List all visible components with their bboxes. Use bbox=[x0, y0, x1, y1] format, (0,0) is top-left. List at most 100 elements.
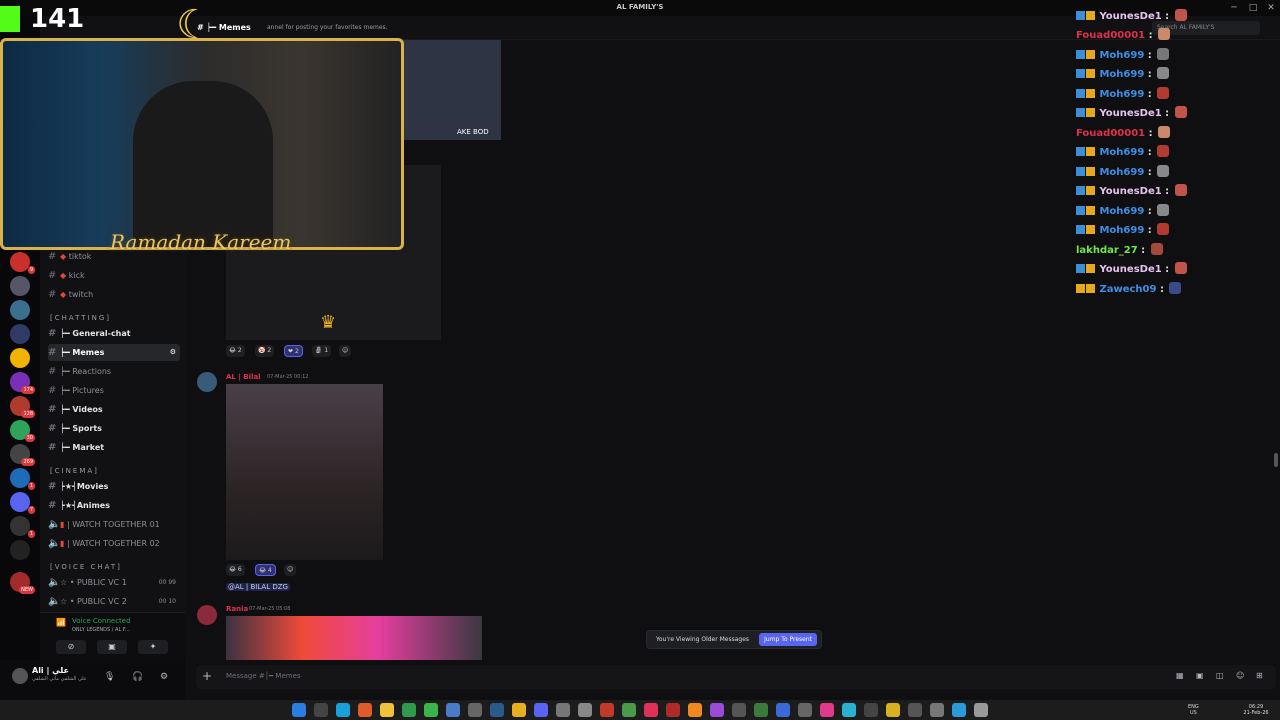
reaction[interactable]: 😂 6 bbox=[226, 564, 245, 576]
app-icon[interactable] bbox=[908, 703, 922, 717]
server-icon[interactable] bbox=[10, 276, 30, 296]
channel-general-chat[interactable]: # ┝━ General-chat bbox=[48, 325, 180, 342]
app-icon[interactable] bbox=[468, 703, 482, 717]
category-voice[interactable]: [VOICE CHAT] bbox=[50, 563, 122, 571]
app-icon[interactable] bbox=[798, 703, 812, 717]
app-icon[interactable] bbox=[446, 703, 460, 717]
start-icon[interactable] bbox=[292, 703, 306, 717]
channel-twitch[interactable]: # ◆ twitch bbox=[48, 286, 180, 303]
server-icon[interactable] bbox=[10, 300, 30, 320]
server-icon[interactable]: 30 bbox=[10, 420, 35, 442]
add-reaction-icon[interactable]: ☺ bbox=[284, 564, 297, 576]
app-icon[interactable] bbox=[556, 703, 570, 717]
channel-watch-together-01[interactable]: 🔈▮ | WATCH TOGETHER 01 bbox=[48, 516, 180, 533]
sticker-icon[interactable]: ◫ bbox=[1216, 671, 1224, 680]
app-icon[interactable] bbox=[622, 703, 636, 717]
xbox-icon[interactable] bbox=[424, 703, 438, 717]
server-icon[interactable] bbox=[10, 324, 30, 344]
app-icon[interactable] bbox=[886, 703, 900, 717]
message-author[interactable]: AL | Bilal bbox=[226, 373, 261, 381]
language-indicator[interactable]: ENG US bbox=[1188, 704, 1199, 716]
app-icon[interactable] bbox=[688, 703, 702, 717]
channel-market[interactable]: # ┝━ Market bbox=[48, 439, 180, 456]
app-icon[interactable] bbox=[578, 703, 592, 717]
app-icon[interactable] bbox=[952, 703, 966, 717]
emoji-icon[interactable]: ☺ bbox=[1236, 671, 1244, 680]
meme-image[interactable] bbox=[226, 616, 482, 660]
app-icon[interactable] bbox=[732, 703, 746, 717]
search-icon[interactable] bbox=[314, 703, 328, 717]
channel-movies[interactable]: # ┝★┥Movies bbox=[48, 478, 180, 495]
channel-public-vc-2[interactable]: 🔈☆ • PUBLIC VC 2 00 10 bbox=[48, 593, 180, 610]
server-icon[interactable]: 7 bbox=[10, 492, 35, 514]
app-icon[interactable] bbox=[710, 703, 724, 717]
server-icon[interactable] bbox=[10, 540, 30, 560]
tiktok-icon[interactable] bbox=[644, 703, 658, 717]
server-icon[interactable]: 174 bbox=[10, 372, 35, 394]
folder-icon[interactable] bbox=[380, 703, 394, 717]
channel-memes[interactable]: # ┝━ Memes ⚙ bbox=[48, 344, 180, 361]
channel-topic[interactable]: annel for posting your favorites memes. bbox=[267, 24, 388, 31]
reaction[interactable]: 😂 4 bbox=[255, 564, 276, 576]
discord-icon[interactable] bbox=[534, 703, 548, 717]
app-icon[interactable] bbox=[864, 703, 878, 717]
jump-to-present-button[interactable]: Jump To Present bbox=[759, 633, 817, 646]
server-icon[interactable]: 1 bbox=[10, 468, 35, 490]
category-cinema[interactable]: [CINEMA] bbox=[50, 467, 99, 475]
app-icon[interactable] bbox=[820, 703, 834, 717]
app-icon[interactable] bbox=[600, 703, 614, 717]
app-icon[interactable] bbox=[776, 703, 790, 717]
server-icon[interactable]: 269 bbox=[10, 444, 35, 466]
app-icon[interactable] bbox=[842, 703, 856, 717]
reaction[interactable]: 🗿 1 bbox=[312, 345, 332, 357]
gear-icon[interactable]: ⚙ bbox=[170, 344, 176, 361]
message-input[interactable]: Message #│━ Memes bbox=[226, 672, 301, 680]
channel-reactions[interactable]: # ┝━ Reactions bbox=[48, 363, 180, 380]
edge-icon[interactable] bbox=[336, 703, 350, 717]
server-icon[interactable]: 9 bbox=[10, 252, 35, 274]
clock[interactable]: 06:29 21-Feb-26 bbox=[1238, 704, 1274, 716]
channel-videos[interactable]: # ┝━ Videos bbox=[48, 401, 180, 418]
meme-image[interactable] bbox=[226, 384, 383, 560]
add-reaction-icon[interactable]: ☺ bbox=[339, 345, 352, 357]
reaction[interactable]: 😂 2 bbox=[226, 345, 245, 357]
server-icon[interactable]: 128 bbox=[10, 396, 35, 418]
channel-kick[interactable]: # ◆ kick bbox=[48, 267, 180, 284]
app-icon[interactable] bbox=[974, 703, 988, 717]
meme-image[interactable]: AKE BOD bbox=[401, 40, 501, 140]
brave-icon[interactable] bbox=[358, 703, 372, 717]
server-icon[interactable]: NEW bbox=[10, 572, 35, 594]
reaction[interactable]: ❤ 2 bbox=[284, 345, 303, 357]
user-mention[interactable]: @AL | BILAL DZG bbox=[226, 583, 290, 591]
gift-icon[interactable]: ▦ bbox=[1176, 671, 1184, 680]
avatar[interactable] bbox=[12, 668, 28, 684]
server-icon[interactable] bbox=[10, 348, 30, 368]
voice-channel-sub[interactable]: ONLY LEGENDS / AL F... bbox=[72, 627, 130, 633]
avatar[interactable] bbox=[197, 372, 217, 392]
headphones-icon[interactable]: 🎧 bbox=[132, 672, 143, 682]
screen-share-button[interactable]: ▣ bbox=[97, 640, 127, 654]
category-chatting[interactable]: [CHATTING] bbox=[50, 314, 111, 322]
video-off-button[interactable]: ⊘ bbox=[56, 640, 86, 654]
avatar[interactable] bbox=[197, 605, 217, 625]
gif-icon[interactable]: ▣ bbox=[1196, 671, 1204, 680]
app-icon[interactable] bbox=[402, 703, 416, 717]
channel-sports[interactable]: # ┝━ Sports bbox=[48, 420, 180, 437]
server-icon[interactable]: 1 bbox=[10, 516, 35, 538]
microphone-icon[interactable]: 🎙 bbox=[104, 672, 115, 682]
channel-animes[interactable]: # ┝★┥Animes bbox=[48, 497, 180, 514]
scrollbar-thumb[interactable] bbox=[1274, 453, 1278, 467]
gear-icon[interactable]: ⚙ bbox=[160, 672, 168, 682]
app-icon[interactable] bbox=[930, 703, 944, 717]
message-composer[interactable]: + Message #│━ Memes ▦ ▣ ◫ ☺ ⊞ bbox=[196, 665, 1276, 689]
activities-button[interactable]: ✦ bbox=[138, 640, 168, 654]
reaction[interactable]: 🤡 2 bbox=[255, 345, 275, 357]
steam-icon[interactable] bbox=[490, 703, 504, 717]
app-icon[interactable] bbox=[512, 703, 526, 717]
plus-icon[interactable]: + bbox=[202, 669, 212, 683]
app-icon[interactable] bbox=[666, 703, 680, 717]
message-author[interactable]: Rania bbox=[226, 605, 248, 613]
app-icon[interactable] bbox=[754, 703, 768, 717]
apps-icon[interactable]: ⊞ bbox=[1256, 671, 1263, 680]
channel-watch-together-02[interactable]: 🔈▮ | WATCH TOGETHER 02 bbox=[48, 535, 180, 552]
